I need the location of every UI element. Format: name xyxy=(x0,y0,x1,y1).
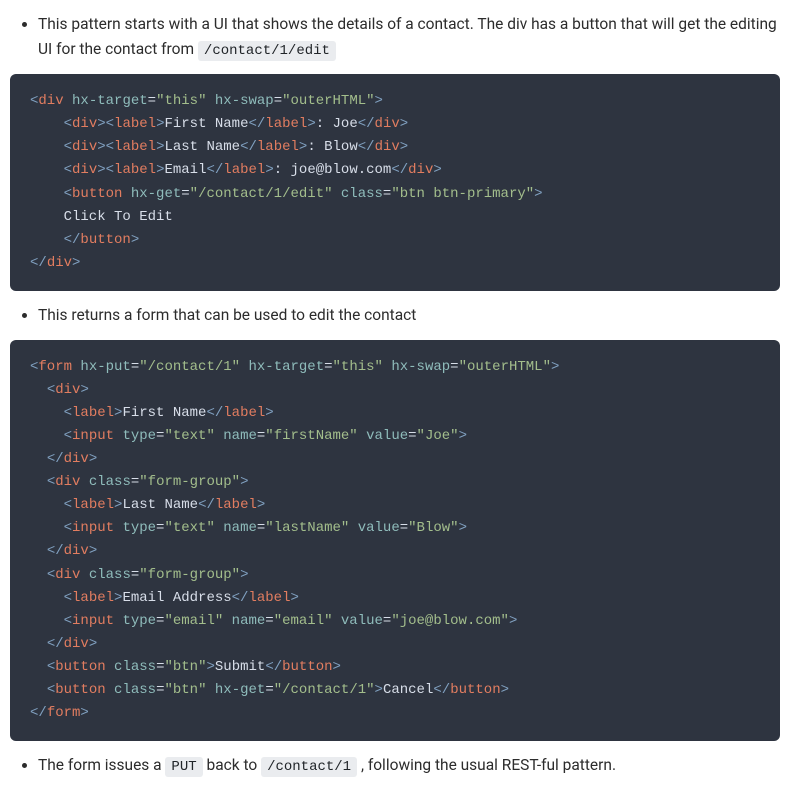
bullet-item-3: The form issues a PUT back to /contact/1… xyxy=(38,751,790,780)
code-block-1[interactable]: <div hx-target="this" hx-swap="outerHTML… xyxy=(10,74,780,291)
bullet-text: The form issues a xyxy=(38,756,165,774)
code-block-2[interactable]: <form hx-put="/contact/1" hx-target="thi… xyxy=(10,340,780,742)
inline-code-path: /contact/1/edit xyxy=(198,41,336,61)
bullet-text: This pattern starts with a UI that shows… xyxy=(38,15,777,58)
inline-code-put: PUT xyxy=(165,757,202,777)
bullet-item-1: This pattern starts with a UI that shows… xyxy=(38,10,790,64)
bullet-text: This returns a form that can be used to … xyxy=(38,306,416,324)
bullet-text: , following the usual REST-ful pattern. xyxy=(361,756,616,774)
bullet-list-3: The form issues a PUT back to /contact/1… xyxy=(0,751,790,780)
bullet-list-2: This returns a form that can be used to … xyxy=(0,301,790,330)
inline-code-path: /contact/1 xyxy=(261,757,357,777)
bullet-text: back to xyxy=(207,756,262,774)
bullet-list-1: This pattern starts with a UI that shows… xyxy=(0,10,790,64)
bullet-item-2: This returns a form that can be used to … xyxy=(38,301,790,330)
